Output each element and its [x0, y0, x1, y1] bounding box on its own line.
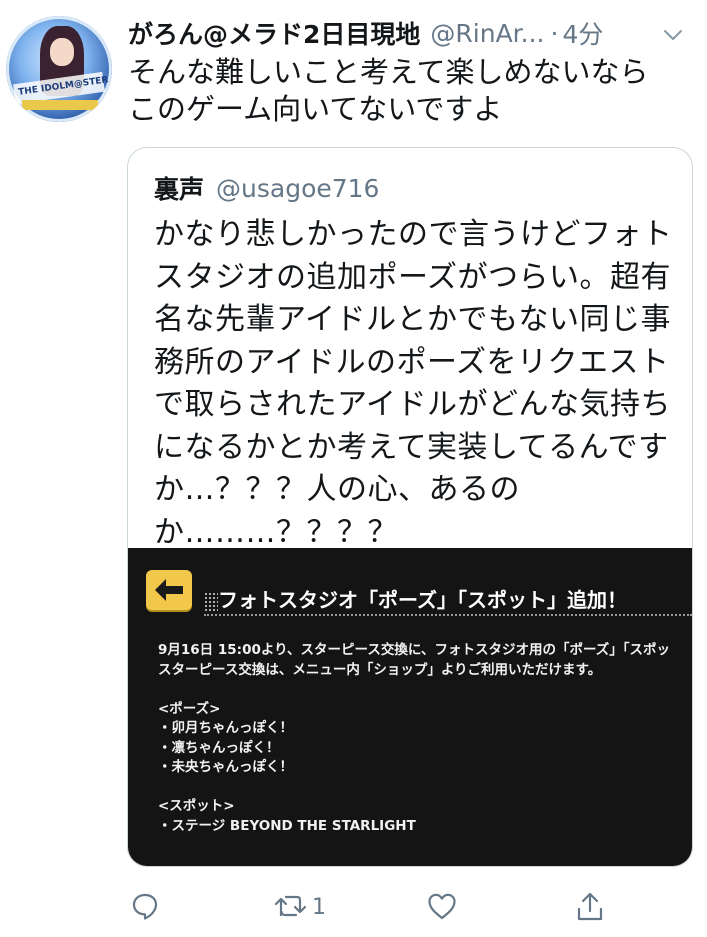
- retweet-icon[interactable]: [273, 891, 309, 921]
- quoted-tweet-image[interactable]: フォトスタジオ「ポーズ」「スポット」追加！ 9月16日 15:00より、スターピ…: [128, 548, 692, 866]
- author-name[interactable]: がろん@メラド2日目現地: [128, 15, 420, 51]
- image-body-text: 9月16日 15:00より、スターピース交換に、フォトスタジオ用の「ポーズ」「ス…: [158, 642, 671, 834]
- quoted-tweet[interactable]: 裏声 @usagoe716 かなり悲しかったので言うけどフォト スタジオの追加ポ…: [127, 147, 693, 867]
- quoted-tweet-text: かなり悲しかったので言うけどフォト スタジオの追加ポーズがつらい。超有 名な先輩…: [154, 217, 673, 550]
- image-title-rule: [204, 614, 692, 616]
- share-icon[interactable]: [575, 891, 605, 923]
- retweet-count: 1: [312, 895, 326, 920]
- avatar-logo-stripe: [22, 100, 98, 110]
- back-arrow-icon: [146, 570, 192, 610]
- image-title: フォトスタジオ「ポーズ」「スポット」追加！: [218, 588, 627, 612]
- author-handle[interactable]: @RinAr...: [430, 19, 544, 48]
- quoted-author-handle: @usagoe716: [216, 173, 380, 203]
- tweet-time[interactable]: 4分: [562, 15, 603, 51]
- title-decoration: [204, 592, 218, 612]
- tweet-header: がろん@メラド2日目現地 @RinAr... · 4分: [128, 16, 698, 50]
- tweet-text: そんな難しいこと考えて楽しめないなら このゲーム向いてないですよ: [128, 55, 649, 126]
- tweet-actions: 1: [0, 885, 707, 929]
- reply-icon[interactable]: [130, 891, 160, 921]
- separator-dot: ·: [550, 18, 559, 48]
- like-icon[interactable]: [426, 891, 458, 921]
- quoted-tweet-header: 裏声 @usagoe716: [154, 170, 379, 206]
- avatar[interactable]: THE IDOLM@STER: [6, 16, 112, 122]
- quoted-author-name: 裏声: [154, 175, 205, 204]
- avatar-face: [50, 38, 74, 66]
- chevron-down-icon[interactable]: [662, 24, 684, 46]
